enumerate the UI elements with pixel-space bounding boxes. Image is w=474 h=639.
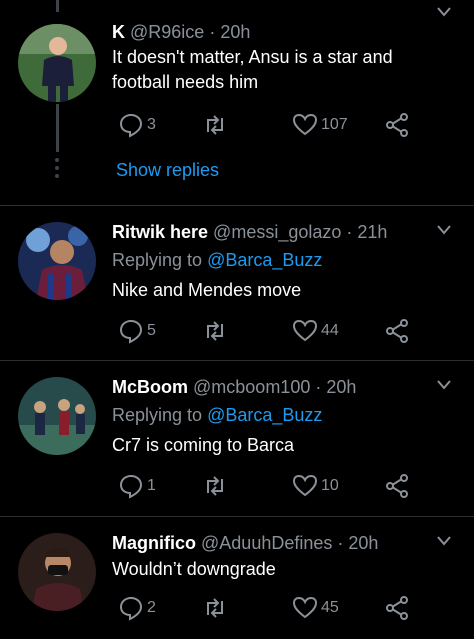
share-button[interactable] <box>384 473 410 499</box>
tweet-text: Wouldn’t downgrade <box>112 559 276 579</box>
like-button[interactable]: 10 <box>292 473 339 499</box>
tweet-header: K @R96ice · 20h <box>112 20 250 44</box>
like-count: 10 <box>321 477 339 494</box>
reply-button[interactable]: 3 <box>118 112 156 138</box>
like-count: 45 <box>321 599 339 616</box>
chevron-down-icon[interactable] <box>436 535 452 547</box>
reply-count: 5 <box>147 322 156 339</box>
tweet-3[interactable]: McBoom @mcboom100 · 20h Replying to @Bar… <box>0 361 474 516</box>
reply-button[interactable]: 1 <box>118 473 156 499</box>
display-name[interactable]: Magnifico <box>112 533 196 553</box>
retweet-button[interactable] <box>202 112 228 138</box>
retweet-icon <box>207 321 223 341</box>
show-replies-link[interactable]: Show replies <box>116 160 219 181</box>
tweet-1[interactable]: K @R96ice · 20h It doesn't matter, Ansu … <box>0 0 474 205</box>
heart-icon <box>292 474 318 497</box>
reply-count: 3 <box>147 116 156 133</box>
retweet-button[interactable] <box>202 318 228 344</box>
chevron-down-icon[interactable] <box>436 6 452 18</box>
reply-count: 1 <box>147 477 156 494</box>
like-count: 107 <box>321 116 348 133</box>
user-handle[interactable]: @R96ice <box>130 22 204 42</box>
action-bar: 3 107 <box>112 112 432 140</box>
reply-button[interactable]: 5 <box>118 318 156 344</box>
like-button[interactable]: 44 <box>292 318 339 344</box>
timestamp[interactable]: · 20h <box>315 377 356 397</box>
share-icon <box>386 596 408 620</box>
reply-icon <box>119 319 143 344</box>
tweet-header: Ritwik here @messi_golazo · 21h <box>112 220 387 244</box>
reply-icon <box>119 474 143 499</box>
avatar[interactable] <box>18 24 96 102</box>
user-handle[interactable]: @mcboom100 <box>193 377 310 397</box>
tweet-header: McBoom @mcboom100 · 20h <box>112 375 356 399</box>
like-button[interactable]: 107 <box>292 112 348 138</box>
timestamp[interactable]: · 20h <box>337 533 378 553</box>
retweet-button[interactable] <box>202 595 228 621</box>
heart-icon <box>292 596 318 619</box>
thread-dots <box>54 158 60 182</box>
share-icon <box>386 474 408 498</box>
avatar[interactable] <box>18 533 96 611</box>
tweet-text: Nike and Mendes move <box>112 280 302 300</box>
tweet-header: Magnifico @AduuhDefines · 20h <box>112 531 378 555</box>
retweet-icon <box>207 598 223 618</box>
replying-to-handle[interactable]: @Barca_Buzz <box>207 405 322 425</box>
replying-to-label: Replying to <box>112 250 203 270</box>
replying-to-label: Replying to <box>112 405 203 425</box>
like-button[interactable]: 45 <box>292 595 339 621</box>
retweet-icon <box>207 476 223 496</box>
reply-icon <box>119 596 143 621</box>
like-count: 44 <box>321 322 339 339</box>
share-icon <box>386 319 408 343</box>
action-bar: 1 10 <box>112 473 432 501</box>
action-bar: 5 44 <box>112 318 432 346</box>
tweet-4[interactable]: Magnifico @AduuhDefines · 20h Wouldn’t d… <box>0 517 474 639</box>
user-handle[interactable]: @messi_golazo <box>213 222 341 242</box>
display-name[interactable]: K <box>112 22 125 42</box>
retweet-button[interactable] <box>202 473 228 499</box>
avatar[interactable] <box>18 222 96 300</box>
tweet-2[interactable]: Ritwik here @messi_golazo · 21h Replying… <box>0 206 474 360</box>
tweet-text: It doesn't matter, Ansu is a star and fo… <box>112 47 393 92</box>
timestamp[interactable]: · 20h <box>209 22 250 42</box>
thread-line <box>56 104 59 152</box>
share-icon <box>386 113 408 137</box>
replying-to-handle[interactable]: @Barca_Buzz <box>207 250 322 270</box>
avatar[interactable] <box>18 377 96 455</box>
timestamp[interactable]: · 21h <box>346 222 387 242</box>
heart-icon <box>292 113 318 136</box>
replying-to-line: Replying to @Barca_Buzz <box>112 248 322 272</box>
user-handle[interactable]: @AduuhDefines <box>201 533 332 553</box>
tweet-text: Cr7 is coming to Barca <box>112 435 295 455</box>
heart-icon <box>292 319 318 342</box>
reply-icon <box>119 113 143 138</box>
share-button[interactable] <box>384 318 410 344</box>
thread-line-top <box>56 0 59 12</box>
display-name[interactable]: McBoom <box>112 377 188 397</box>
reply-count: 2 <box>147 599 156 616</box>
share-button[interactable] <box>384 595 410 621</box>
reply-button[interactable]: 2 <box>118 595 156 621</box>
action-bar: 2 45 <box>112 595 432 623</box>
chevron-down-icon[interactable] <box>436 379 452 391</box>
share-button[interactable] <box>384 112 410 138</box>
retweet-icon <box>207 115 223 135</box>
chevron-down-icon[interactable] <box>436 224 452 236</box>
replying-to-line: Replying to @Barca_Buzz <box>112 403 322 427</box>
display-name[interactable]: Ritwik here <box>112 222 208 242</box>
